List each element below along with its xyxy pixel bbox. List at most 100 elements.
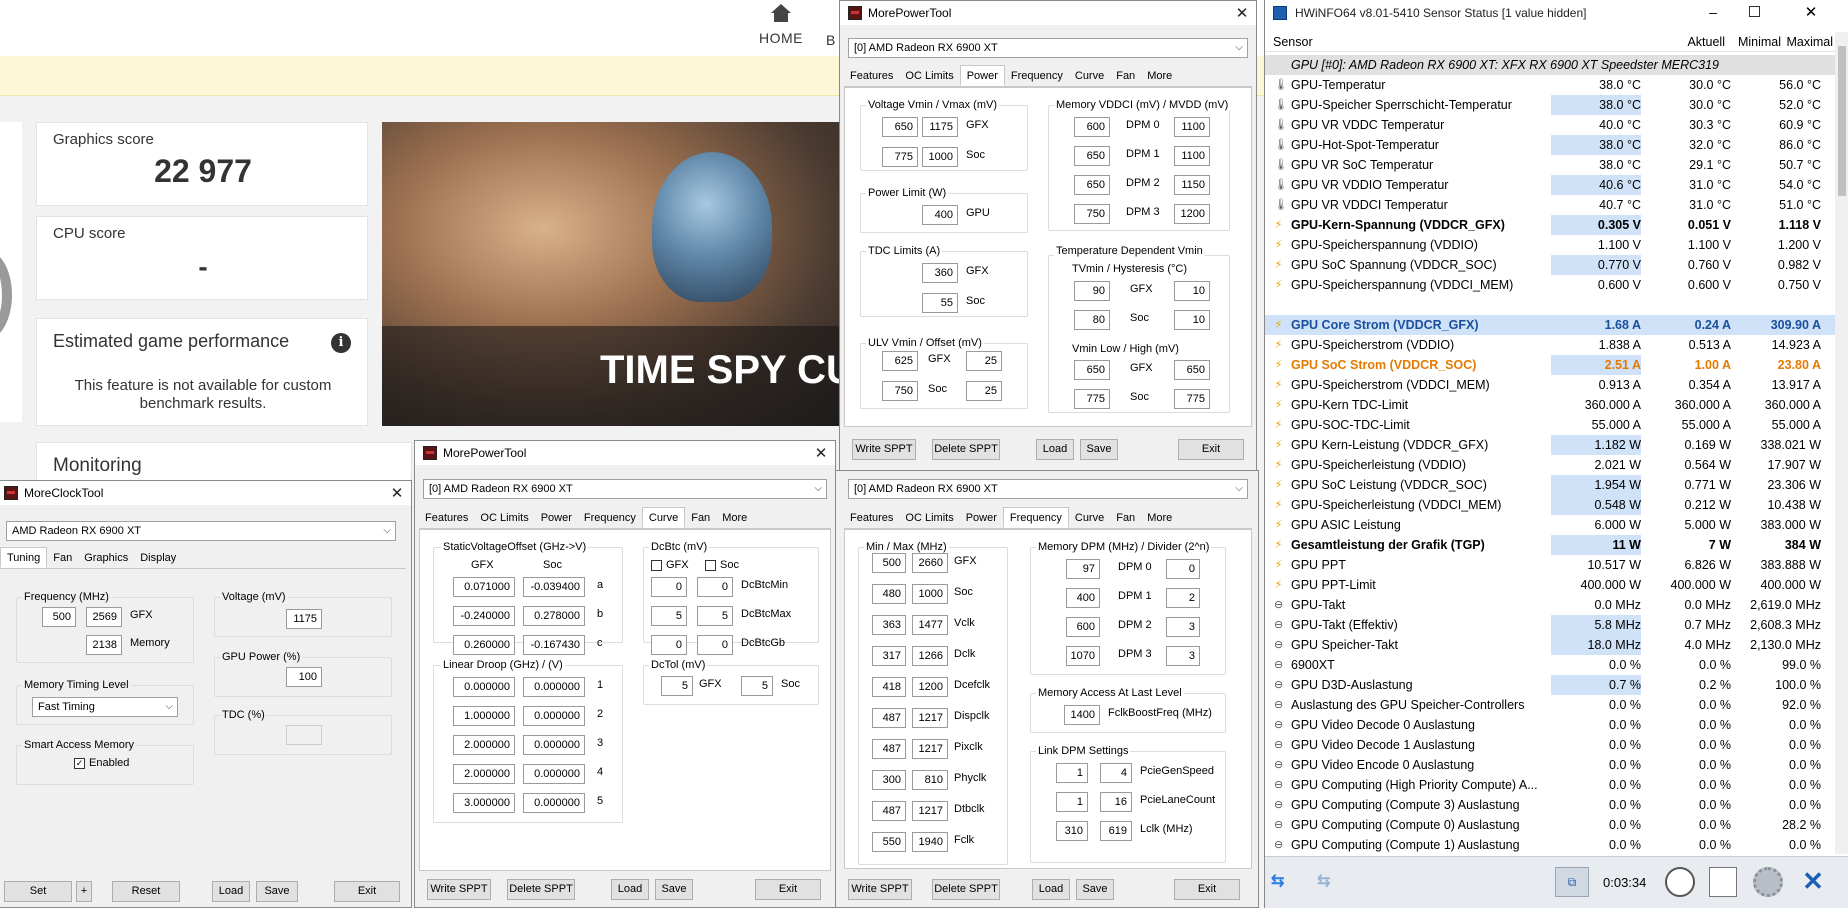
memdpm-divider-input[interactable]: 2 [1166, 588, 1200, 608]
vmin-soc-high-input[interactable]: 775 [1174, 389, 1210, 409]
sensor-row[interactable]: ⊖ Auslastung des GPU Speicher-Controllers… [1265, 695, 1835, 715]
hysteresis-soc-input[interactable]: 10 [1174, 310, 1210, 330]
minmax-min-input[interactable]: 317 [872, 646, 906, 666]
sensor-row[interactable]: ⚡︎ GPU Kern-Leistung (VDDCR_GFX) 1.182 W 0.… [1265, 435, 1835, 455]
sensor-row[interactable]: ⊖ GPU Video Decode 1 Auslastung 0.0 % 0.0 %… [1265, 735, 1835, 755]
sensor-row[interactable]: 🌡︎ GPU-Temperatur 38.0 °C 30.0 °C 56.0 °C [1265, 75, 1835, 95]
memdpm-freq-input[interactable]: 97 [1066, 559, 1100, 579]
dctol-gfx-input[interactable]: 5 [661, 676, 693, 696]
tdc-input[interactable] [286, 725, 322, 745]
memdpm-divider-input[interactable]: 0 [1166, 559, 1200, 579]
sensor-row[interactable]: ⚡︎ GPU-Kern TDC-Limit 360.000 A 360.000 A 36… [1265, 395, 1835, 415]
tab-fan[interactable]: Fan [1110, 509, 1141, 529]
dcbtc-gfx-input[interactable]: 0 [651, 577, 687, 597]
write-sppt-button[interactable]: Write SPPT [848, 879, 912, 900]
mpt-curve-titlebar[interactable]: MorePowerTool ✕ [415, 441, 835, 465]
minmax-max-input[interactable]: 1266 [912, 646, 948, 666]
ulv-gfx-vmin-input[interactable]: 625 [882, 351, 918, 371]
sam-enabled-checkbox[interactable]: ✓ Enabled [74, 757, 129, 769]
tab-oc-limits[interactable]: OC Limits [899, 509, 959, 529]
report-icon[interactable] [1709, 867, 1737, 897]
linear-droop-v-input[interactable]: 0.000000 [523, 677, 585, 697]
dcbtc-soc-input[interactable]: 5 [697, 606, 733, 626]
scrollbar-thumb[interactable] [1838, 46, 1846, 196]
freq-memory-input[interactable]: 2138 [86, 635, 122, 655]
exit-button[interactable]: Exit [334, 881, 400, 902]
maximize-icon[interactable] [1749, 6, 1760, 17]
hysteresis-gfx-input[interactable]: 10 [1174, 281, 1210, 301]
tab-more[interactable]: More [1141, 509, 1178, 529]
network-icon[interactable]: ⧉ [1555, 867, 1589, 897]
tab-frequency[interactable]: Frequency [578, 509, 642, 529]
device-select[interactable]: [0] AMD Radeon RX 6900 XT ⌵ [848, 38, 1248, 58]
tab-power[interactable]: Power [959, 65, 1005, 86]
tab-features[interactable]: Features [844, 67, 899, 87]
voltage-input[interactable]: 1175 [286, 609, 322, 629]
sensor-row[interactable]: ⊖ 6900XT 0.0 % 0.0 % 99.0 % [1265, 655, 1835, 675]
voltage-soc-max-input[interactable]: 1000 [922, 147, 958, 167]
memdpm-divider-input[interactable]: 3 [1166, 617, 1200, 637]
minmax-min-input[interactable]: 418 [872, 677, 906, 697]
dcbtc-gfx-input[interactable]: 0 [651, 635, 687, 655]
mem-dpm2-mvdd-input[interactable]: 1150 [1174, 175, 1210, 195]
col-max[interactable]: Maximal [1749, 35, 1833, 49]
minmax-max-input[interactable]: 810 [912, 770, 948, 790]
ulv-gfx-offset-input[interactable]: 25 [966, 351, 1002, 371]
sensor-row[interactable]: ⊖ GPU-Takt (Effektiv) 5.8 MHz 0.7 MHz 2,608.… [1265, 615, 1835, 635]
freq-max-input[interactable]: 2569 [86, 607, 122, 627]
mem-dpm0-vddci-input[interactable]: 600 [1074, 117, 1110, 137]
tab-fan[interactable]: Fan [685, 509, 716, 529]
load-button[interactable]: Load [611, 879, 649, 900]
minmax-min-input[interactable]: 550 [872, 832, 906, 852]
dcbtc-soc-checkbox[interactable]: Soc [705, 559, 739, 571]
ulv-soc-offset-input[interactable]: 25 [966, 381, 1002, 401]
linkdpm-max-input[interactable]: 619 [1100, 821, 1132, 841]
set-button[interactable]: Set [4, 881, 72, 902]
minmax-min-input[interactable]: 487 [872, 739, 906, 759]
svo-soc-input[interactable]: -0.039400 [523, 577, 585, 597]
tab-oc-limits[interactable]: OC Limits [474, 509, 534, 529]
sensor-row[interactable]: ⚡︎ GPU-Speicherstrom (VDDCI_MEM) 0.913 A 0.… [1265, 375, 1835, 395]
linear-droop-v-input[interactable]: 0.000000 [523, 735, 585, 755]
nav-arrows-icon[interactable]: ⇆ [1271, 871, 1301, 893]
voltage-gfx-max-input[interactable]: 1175 [922, 117, 958, 137]
tvmin-soc-input[interactable]: 80 [1074, 310, 1110, 330]
tab-more[interactable]: More [1141, 67, 1178, 87]
tdc-gfx-input[interactable]: 360 [922, 263, 958, 283]
minmax-min-input[interactable]: 363 [872, 615, 906, 635]
mem-dpm3-mvdd-input[interactable]: 1200 [1174, 204, 1210, 224]
save-button[interactable]: Save [1080, 439, 1118, 460]
sensor-row[interactable]: ⚡︎ GPU ASIC Leistung 6.000 W 5.000 W 383.000… [1265, 515, 1835, 535]
mpt-power-titlebar[interactable]: MorePowerTool ✕ [840, 1, 1256, 25]
mem-dpm2-vddci-input[interactable]: 650 [1074, 175, 1110, 195]
exit-button[interactable]: Exit [755, 879, 821, 900]
sensor-row[interactable]: ⊖ GPU Computing (Compute 0) Auslastung 0.0… [1265, 815, 1835, 835]
minmax-max-input[interactable]: 1477 [912, 615, 948, 635]
device-select[interactable]: AMD Radeon RX 6900 XT ⌵ [6, 521, 396, 541]
tab-fan[interactable]: Fan [1110, 67, 1141, 87]
tab-curve[interactable]: Curve [1069, 67, 1110, 87]
hwinfo-group-header[interactable]: GPU [#0]: AMD Radeon RX 6900 XT: XFX RX … [1265, 55, 1835, 75]
svo-soc-input[interactable]: 0.278000 [523, 606, 585, 626]
linear-droop-v-input[interactable]: 0.000000 [523, 764, 585, 784]
sensor-row[interactable]: ⊖ GPU Speicher-Takt 18.0 MHz 4.0 MHz 2,130.0… [1265, 635, 1835, 655]
minmax-max-input[interactable]: 1200 [912, 677, 948, 697]
sensor-row[interactable]: ⚡︎ GPU-Speicherstrom (VDDIO) 1.838 A 0.513 … [1265, 335, 1835, 355]
clock-icon[interactable] [1665, 867, 1695, 897]
sensor-row[interactable]: 🌡︎ GPU VR VDDCI Temperatur 40.7 °C 31.0 °C 5… [1265, 195, 1835, 215]
sensor-row[interactable]: 🌡︎ GPU-Hot-Spot-Temperatur 38.0 °C 32.0 °C 8… [1265, 135, 1835, 155]
device-select[interactable]: [0] AMD Radeon RX 6900 XT ⌵ [848, 479, 1248, 499]
delete-sppt-button[interactable]: Delete SPPT [507, 879, 575, 900]
gpu-power-input[interactable]: 100 [286, 667, 322, 687]
linkdpm-max-input[interactable]: 16 [1100, 792, 1132, 812]
close-icon[interactable]: ✕ [1799, 3, 1823, 21]
sensor-row[interactable]: ⚡︎ GPU-Speicherspannung (VDDCI_MEM) 0.600 … [1265, 275, 1835, 295]
sensor-row[interactable]: 🌡︎ GPU VR VDDIO Temperatur 40.6 °C 31.0 °C 5… [1265, 175, 1835, 195]
linear-droop-v-input[interactable]: 0.000000 [523, 706, 585, 726]
svo-gfx-input[interactable]: -0.240000 [453, 606, 515, 626]
mem-dpm3-vddci-input[interactable]: 750 [1074, 204, 1110, 224]
linear-droop-ghz-input[interactable]: 2.000000 [453, 764, 515, 784]
sensor-row[interactable]: ⊖ GPU-Takt 0.0 MHz 0.0 MHz 2,619.0 MHz [1265, 595, 1835, 615]
minmax-min-input[interactable]: 487 [872, 708, 906, 728]
vmin-gfx-high-input[interactable]: 650 [1174, 360, 1210, 380]
